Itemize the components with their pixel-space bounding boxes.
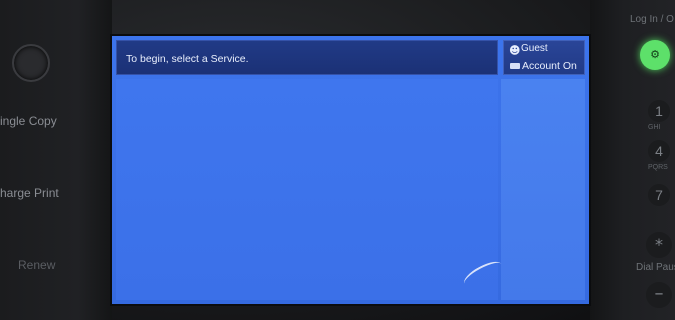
key-1-sub: GHI bbox=[648, 124, 661, 131]
account-panel[interactable]: ☻ Guest Account On bbox=[503, 40, 585, 75]
left-bezel: ingle Copy harge Print Renew bbox=[0, 0, 112, 320]
login-button[interactable]: ⚙ bbox=[640, 40, 670, 70]
login-logout-label: Log In / O bbox=[630, 14, 674, 25]
key-icon: ⚙ bbox=[650, 48, 660, 61]
minus-key[interactable]: – bbox=[646, 282, 672, 308]
charge-print-label[interactable]: harge Print bbox=[0, 186, 59, 200]
renew-label[interactable]: Renew bbox=[18, 258, 55, 272]
star-key[interactable]: * bbox=[646, 232, 672, 258]
card-icon bbox=[510, 63, 520, 69]
single-copy-label[interactable]: ingle Copy bbox=[0, 114, 57, 128]
key-7[interactable]: 7 bbox=[648, 184, 670, 206]
account-status: Account On bbox=[522, 60, 577, 72]
side-area bbox=[501, 79, 585, 300]
touchscreen: To begin, select a Service. ☻ Guest Acco… bbox=[112, 36, 589, 304]
dial-pause-label: Dial Pause bbox=[636, 262, 675, 273]
key-4-sub: PQRS bbox=[648, 164, 668, 171]
home-button[interactable] bbox=[12, 44, 50, 82]
service-prompt: To begin, select a Service. bbox=[126, 53, 249, 65]
title-bar: To begin, select a Service. bbox=[116, 40, 498, 75]
guest-label: Guest bbox=[521, 43, 548, 54]
key-4[interactable]: 4 bbox=[648, 140, 670, 162]
user-icon: ☻ bbox=[509, 44, 521, 57]
service-area[interactable] bbox=[116, 79, 498, 300]
key-1[interactable]: 1 bbox=[648, 100, 670, 122]
